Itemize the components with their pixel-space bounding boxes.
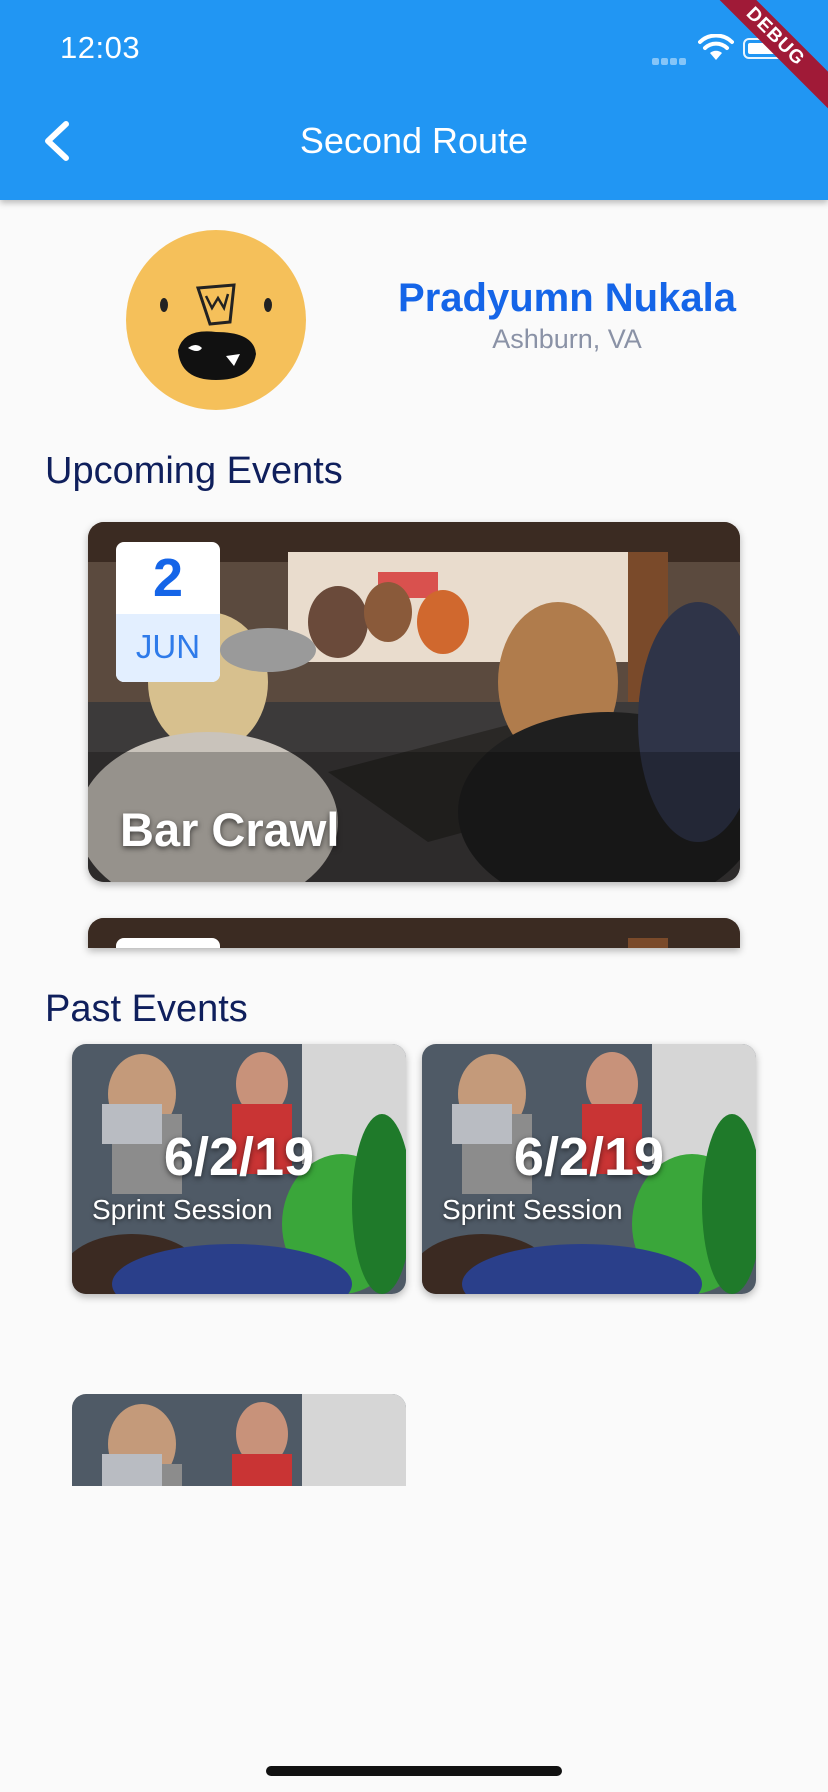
event-name: Bar Crawl <box>120 803 340 856</box>
past-event-photo <box>72 1394 406 1486</box>
wifi-icon <box>698 34 734 60</box>
past-event-card[interactable]: 6/2/19 Sprint Session <box>422 1044 756 1294</box>
upcoming-events-heading: Upcoming Events <box>45 450 343 492</box>
past-event-name: Sprint Session <box>92 1194 273 1225</box>
screen: 12:03 Second Route DEBUG Pradyumn Nukala… <box>0 0 828 1792</box>
event-day: 2 <box>152 548 184 608</box>
past-events-heading: Past Events <box>45 988 248 1030</box>
event-card-clipped[interactable] <box>88 918 740 948</box>
page-title: Second Route <box>299 120 529 161</box>
past-event-date: 6/2/19 <box>163 1127 315 1187</box>
home-indicator <box>266 1766 562 1776</box>
past-event-card-clipped[interactable] <box>72 1394 406 1486</box>
past-event-date: 6/2/19 <box>513 1127 665 1187</box>
cellular-signal-icon <box>652 52 690 65</box>
status-time: 12:03 <box>60 30 141 65</box>
event-card-bar-crawl[interactable]: 2 JUN Bar Crawl <box>88 522 740 882</box>
date-badge <box>116 938 220 948</box>
date-badge: 2 JUN <box>116 542 220 682</box>
past-event-card[interactable]: 6/2/19 Sprint Session <box>72 1044 406 1294</box>
app-bar: 12:03 Second Route <box>0 0 828 200</box>
event-month: JUN <box>116 614 220 682</box>
profile-location: Ashburn, VA <box>492 324 642 354</box>
avatar[interactable] <box>126 230 306 410</box>
past-event-name: Sprint Session <box>442 1194 623 1225</box>
profile-name: Pradyumn Nukala <box>398 276 736 320</box>
